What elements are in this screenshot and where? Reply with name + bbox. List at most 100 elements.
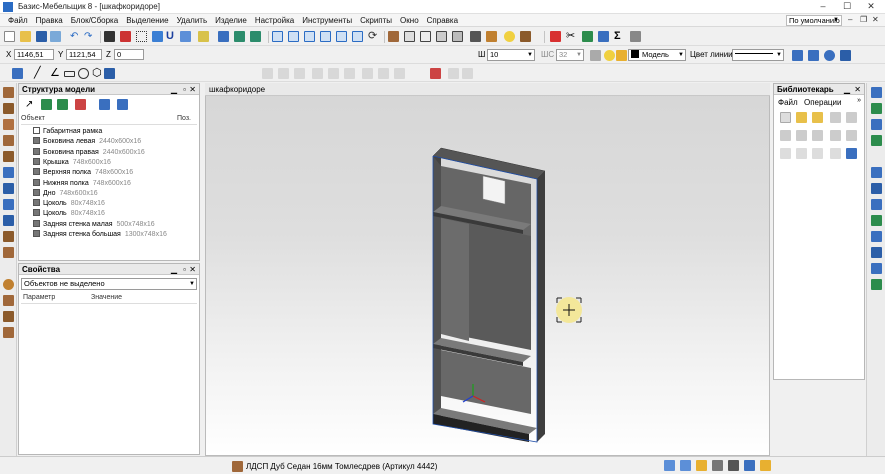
z-coordinate-input[interactable]	[114, 49, 144, 60]
lib-tool-icon[interactable]	[812, 148, 823, 159]
tree-item[interactable]: Нижняя полка 748x600x16	[33, 178, 131, 189]
tree-tool-icon[interactable]	[57, 99, 68, 110]
panel-tool-icon[interactable]	[3, 279, 14, 290]
zoom-window-icon[interactable]	[808, 50, 819, 61]
tree-tool-icon[interactable]: ↗	[25, 99, 36, 110]
status-ortho-icon[interactable]	[712, 460, 723, 471]
zoom-icon[interactable]	[824, 50, 835, 61]
menu-item[interactable]: Настройка	[251, 16, 298, 25]
tree-item[interactable]: Задняя стенка малая 500x748x16	[33, 219, 155, 230]
right-tool-icon[interactable]	[871, 247, 882, 258]
panel-tool-icon[interactable]	[3, 327, 14, 338]
view-2-icon[interactable]	[234, 31, 245, 42]
close-icon[interactable]: ✕	[189, 84, 196, 95]
right-tool-icon[interactable]	[871, 135, 882, 146]
grid-icon[interactable]	[136, 31, 147, 42]
status-view-icon[interactable]	[744, 460, 755, 471]
polygon-tool-icon[interactable]: ⬡	[92, 68, 103, 79]
angle-tool-icon[interactable]: ∠	[50, 68, 61, 79]
status-snap-icon[interactable]	[664, 460, 675, 471]
tree-view-icon[interactable]	[117, 99, 128, 110]
y-coordinate-input[interactable]	[66, 49, 102, 60]
snap-icon[interactable]	[152, 31, 163, 42]
lib-folder-icon[interactable]	[796, 112, 807, 123]
dimension-tool-icon[interactable]	[104, 68, 115, 79]
tree-item[interactable]: Боковина правая 2440x600x16	[33, 147, 145, 158]
lib-new-icon[interactable]	[780, 112, 791, 123]
close-icon[interactable]: ✕	[189, 264, 196, 275]
menu-item[interactable]: Файл	[4, 16, 32, 25]
scissors-icon[interactable]: ✂	[566, 31, 577, 42]
close-icon[interactable]: ✕	[854, 84, 861, 95]
right-tool-icon[interactable]	[871, 119, 882, 130]
tree-tool-icon[interactable]	[75, 99, 86, 110]
lib-save-icon[interactable]	[830, 112, 841, 123]
panel-minimize-button[interactable]: ▁	[171, 84, 177, 95]
panel-tool-icon[interactable]	[3, 231, 14, 242]
document-tab[interactable]: шкафкоридоре	[205, 83, 770, 96]
render-view-icon[interactable]	[452, 31, 463, 42]
right-tool-icon[interactable]	[871, 231, 882, 242]
menu-item[interactable]: Правка	[32, 16, 67, 25]
line-style-select[interactable]: 32 ▼	[556, 49, 584, 61]
menu-item[interactable]: Справка	[423, 16, 462, 25]
zoom-all-icon[interactable]	[792, 50, 803, 61]
lib-tool-icon[interactable]	[830, 148, 841, 159]
save-all-icon[interactable]	[50, 31, 61, 42]
view-3-icon[interactable]	[250, 31, 261, 42]
lib-print-icon[interactable]	[846, 112, 857, 123]
panel-tool-icon[interactable]	[3, 151, 14, 162]
library-menu-ops[interactable]: Операции	[804, 98, 841, 107]
sigma-icon[interactable]: Σ	[614, 31, 625, 42]
lib-tool-icon[interactable]	[796, 130, 807, 141]
right-tool-icon[interactable]	[871, 87, 882, 98]
right-tool-icon[interactable]	[871, 279, 882, 290]
line-width-select[interactable]: 10 ▼	[487, 49, 535, 61]
chevron-right-icon[interactable]: »	[857, 97, 861, 104]
mdi-minimize-button[interactable]: –	[848, 15, 852, 24]
lib-tool-icon[interactable]	[812, 130, 823, 141]
lib-tool-icon[interactable]	[780, 130, 791, 141]
cube-back-icon[interactable]	[288, 31, 299, 42]
tree-item[interactable]: Цоколь 80x748x16	[33, 209, 105, 219]
maximize-button[interactable]: ☐	[836, 1, 858, 13]
cube-front-icon[interactable]	[272, 31, 283, 42]
panel-tool-icon[interactable]	[3, 183, 14, 194]
rectangle-tool-icon[interactable]	[64, 71, 75, 77]
status-zoom-icon[interactable]	[728, 460, 739, 471]
panel-tool-icon[interactable]	[3, 247, 14, 258]
undo-icon[interactable]: ↶	[70, 31, 81, 42]
close-button[interactable]: ✕	[860, 1, 882, 13]
tree-item[interactable]: Дно 748x600x16	[33, 188, 98, 199]
refresh-icon[interactable]: ⟳	[368, 31, 379, 42]
selection-select[interactable]: Объектов не выделено ▼	[21, 278, 197, 290]
tree-item[interactable]: Верхняя полка 748x600x16	[33, 168, 133, 178]
lib-tool-icon[interactable]	[780, 148, 791, 159]
export-icon[interactable]	[582, 31, 593, 42]
minimize-button[interactable]: –	[812, 1, 834, 13]
panel-pin-icon[interactable]: ▫	[183, 84, 186, 95]
panel-tool-icon[interactable]	[3, 87, 14, 98]
line-type-select[interactable]: ▼	[732, 49, 784, 61]
axis-icon[interactable]	[12, 68, 23, 79]
panel-tool-icon[interactable]	[3, 119, 14, 130]
right-tool-icon[interactable]	[871, 183, 882, 194]
arrow-snap-icon[interactable]	[180, 31, 191, 42]
cube-top-icon[interactable]	[336, 31, 347, 42]
layer-select[interactable]: Модель ▼	[628, 49, 686, 61]
open-folder-icon[interactable]	[20, 31, 31, 42]
status-light-icon[interactable]	[760, 460, 771, 471]
cube-right-icon[interactable]	[320, 31, 331, 42]
view-1-icon[interactable]	[218, 31, 229, 42]
wire-view-icon[interactable]	[404, 31, 415, 42]
right-tool-icon[interactable]	[871, 199, 882, 210]
hidden-view-icon[interactable]	[420, 31, 431, 42]
tree-item[interactable]: Задняя стенка большая 1300x748x16	[33, 230, 167, 240]
lib-tool-icon[interactable]	[830, 130, 841, 141]
circle-tool-icon[interactable]	[78, 68, 89, 79]
status-grid-icon[interactable]	[696, 460, 707, 471]
menu-item[interactable]: Окно	[396, 16, 423, 25]
panel-minimize-button[interactable]: ▁	[844, 84, 850, 95]
right-tool-icon[interactable]	[871, 167, 882, 178]
status-snap-icon[interactable]	[680, 460, 691, 471]
